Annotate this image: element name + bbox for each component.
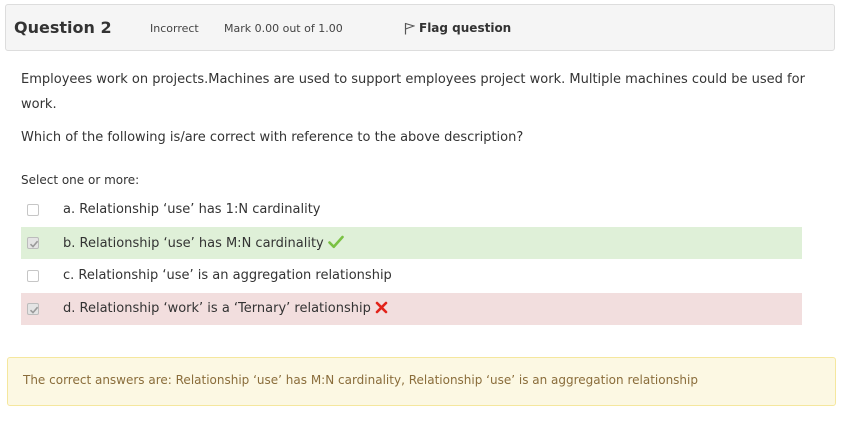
answer-label-a: a. Relationship ‘use’ has 1:N cardinalit… bbox=[63, 202, 321, 217]
answer-checkbox-c[interactable] bbox=[27, 270, 39, 282]
checkmark-icon bbox=[327, 235, 344, 253]
question-number: Question 2 bbox=[14, 18, 112, 37]
question-state: Incorrect bbox=[150, 22, 199, 35]
question-info-bar: Question 2 Incorrect Mark 0.00 out of 1.… bbox=[5, 4, 835, 51]
question-text: Employees work on projects.Machines are … bbox=[21, 67, 811, 150]
answer-option-d: d. Relationship ‘work’ is a ‘Ternary’ re… bbox=[21, 293, 802, 325]
answer-option-b: b. Relationship ‘use’ has M:N cardinalit… bbox=[21, 227, 802, 259]
answer-checkbox-b[interactable] bbox=[27, 237, 39, 249]
feedback-box: The correct answers are: Relationship ‘u… bbox=[7, 357, 836, 406]
cross-icon bbox=[375, 301, 388, 318]
flag-question-button[interactable]: Flag question bbox=[404, 21, 511, 35]
correct-answer-feedback: The correct answers are: Relationship ‘u… bbox=[23, 373, 698, 387]
question-grade: Mark 0.00 out of 1.00 bbox=[224, 22, 343, 35]
answer-list: a. Relationship ‘use’ has 1:N cardinalit… bbox=[21, 194, 802, 326]
answer-prompt: Select one or more: bbox=[21, 173, 140, 187]
flag-question-label: Flag question bbox=[419, 21, 512, 35]
answer-option-a: a. Relationship ‘use’ has 1:N cardinalit… bbox=[21, 194, 802, 226]
flag-icon bbox=[404, 22, 415, 35]
question-description: Employees work on projects.Machines are … bbox=[21, 72, 805, 112]
answer-label-b: b. Relationship ‘use’ has M:N cardinalit… bbox=[63, 235, 344, 253]
answer-label-c: c. Relationship ‘use’ is an aggregation … bbox=[63, 268, 392, 283]
answer-label-d: d. Relationship ‘work’ is a ‘Ternary’ re… bbox=[63, 301, 388, 318]
question-ask: Which of the following is/are correct wi… bbox=[21, 130, 524, 145]
answer-checkbox-d[interactable] bbox=[27, 303, 39, 315]
answer-checkbox-a[interactable] bbox=[27, 204, 39, 216]
answer-option-c: c. Relationship ‘use’ is an aggregation … bbox=[21, 260, 802, 292]
